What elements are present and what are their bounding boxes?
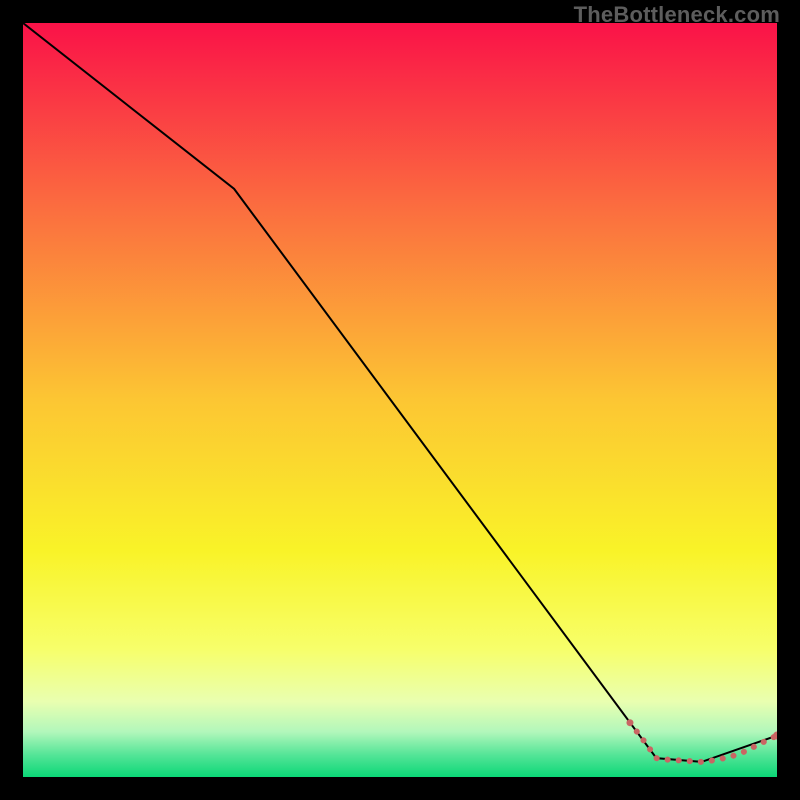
- plot-area: [23, 23, 777, 777]
- gradient-background: [23, 23, 777, 777]
- chart-frame: TheBottleneck.com: [0, 0, 800, 800]
- watermark-text: TheBottleneck.com: [574, 2, 780, 28]
- chart-canvas: [23, 23, 777, 777]
- series-dotted-highlight-startpoint: [626, 719, 633, 726]
